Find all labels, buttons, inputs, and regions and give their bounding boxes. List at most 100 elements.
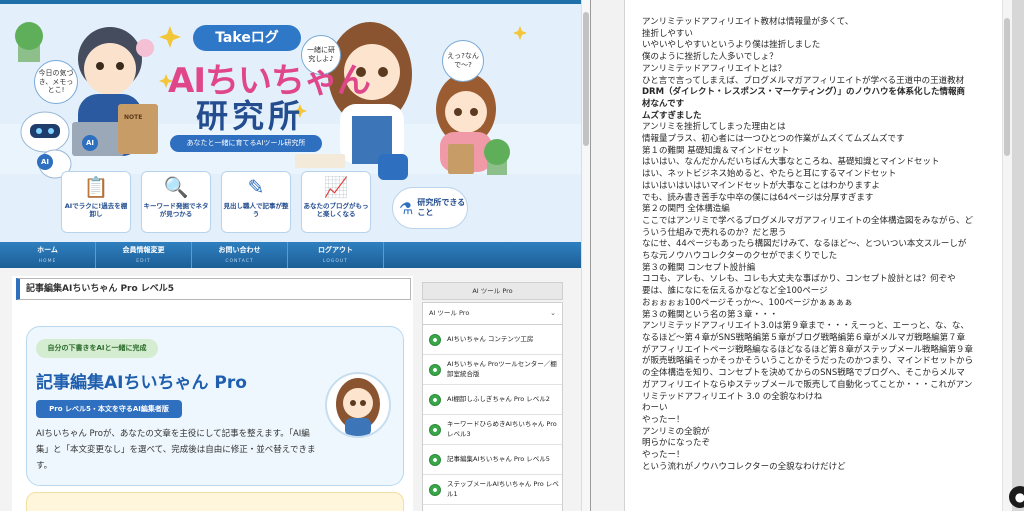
sidebar-title: AI ツール Pro xyxy=(422,282,563,300)
nav-item-home[interactable]: ホーム HOME xyxy=(0,242,96,268)
text-line: ういう仕組みで売れるのか？だと思う xyxy=(642,227,787,238)
laptop-ai-label: AI xyxy=(82,135,98,151)
hero-pill: 自分の下書きをAIと一緒に完成 xyxy=(36,339,158,358)
text-line-bold: ムズすぎました xyxy=(642,110,702,121)
lab-capabilities-button[interactable]: ⚗ 研究所できること xyxy=(392,187,468,229)
robot-ai-label: AI xyxy=(37,154,53,170)
text-line: 明らかになったぞ xyxy=(642,438,711,449)
circle-bullet-icon xyxy=(429,363,441,376)
sidebar-item[interactable]: キーワードひらめきAIちいちゃん Pro レベル3 xyxy=(423,415,562,445)
text-line: でも、読み書き苦手な中卒の僕には64ページは分厚すぎます xyxy=(642,192,874,203)
circle-bullet-icon xyxy=(429,333,441,346)
sidebar-dropdown[interactable]: AI ツール Pro ⌄ xyxy=(423,303,562,325)
text-line: 第１の難関 基礎知識＆マインドセット xyxy=(642,145,790,156)
text-line-bold: 材なんです xyxy=(642,98,685,109)
text-line: わーい xyxy=(642,403,668,414)
circle-bullet-icon xyxy=(429,453,441,466)
sidebar-item-label: AIちいちゃん Proツールセンター／棚卸室統合版 xyxy=(447,359,557,378)
desktop-edge xyxy=(1012,0,1024,511)
feature-card-heading[interactable]: ✎ 見出し職人で記事が整う xyxy=(221,171,291,233)
sidebar-item[interactable]: 記事編集AIちいちゃん Pro レベル5 xyxy=(423,445,562,475)
sidebar-item[interactable]: ステップメールAIちいちゃん Pro レベル1 xyxy=(423,475,562,505)
text-line: やったー！ xyxy=(642,450,685,461)
text-line: ここではアンリミで学べるブログメルマガアフィリエイトの全体構造図をみながら、ど xyxy=(642,215,973,226)
nav-label: お問い合わせ xyxy=(218,246,261,254)
next-section-card xyxy=(26,492,404,511)
text-line: アンリミテッドアフィリエイトとは？ xyxy=(642,63,786,74)
text-line: はいはいはいはいマインドセットが大事なことはわかりますよ xyxy=(642,180,881,191)
text-line: がアフィリエイトページ戦略編なるほどなるほど第８章がステップメール戦略編第９章 xyxy=(642,344,973,355)
text-line: という流れがノウハウコレクターの全貌なわけだけど xyxy=(642,461,846,472)
nav-sublabel: EDIT xyxy=(136,259,151,264)
nav-sublabel: HOME xyxy=(38,259,57,264)
pen-icon: ✎ xyxy=(247,175,265,199)
text-line: なにせ、44ページもあったら構図だけみて、なるほど〜、とついつい本文スルーしが xyxy=(642,239,967,250)
feature-card-blog[interactable]: 📈 あなたのブログがもっと楽しくなる xyxy=(301,171,371,233)
text-line: おぉぉぉぉ100ページそっか〜、100ページかぁぁぁぁ xyxy=(642,297,853,308)
chevron-down-icon: ⌄ xyxy=(550,309,556,317)
nav-item-logout[interactable]: ログアウト LOGOUT xyxy=(288,242,384,268)
feature-card-inventory[interactable]: 📋 AIでラクに!過去を棚卸し xyxy=(61,171,131,233)
text-line: 僕のように挫折した人多いでしょ？ xyxy=(642,52,778,63)
sidebar-item[interactable]: AIちいちゃん Proツールセンター／棚卸室統合版 xyxy=(423,355,562,385)
sidebar-item-label: 記事編集AIちいちゃん Pro レベル5 xyxy=(447,454,550,463)
text-line: はい、ネットビジネス始めると、やたらと耳にするマインドセット xyxy=(642,169,897,180)
growth-chart-icon: 📈 xyxy=(323,175,349,199)
nav-sublabel: CONTACT xyxy=(225,259,254,264)
nav-item-edit[interactable]: 会員情報変更 EDIT xyxy=(96,242,192,268)
sidebar-item-label: AI棚卸しふしぎちゃん Pro レベル2 xyxy=(447,394,550,403)
nav-label: 会員情報変更 xyxy=(122,246,165,254)
text-line: アンリミの全貌が xyxy=(642,426,710,437)
circle-bullet-icon xyxy=(429,423,441,436)
circle-bullet-icon xyxy=(429,483,441,496)
browser-window-left: 今日の気づき、メモっとこ! 一緒に研究しよ♪ えっ?なんで〜? AI AI NO… xyxy=(0,0,591,511)
right-scrollbar-thumb[interactable] xyxy=(1004,18,1010,156)
speech-bubble-left: 今日の気づき、メモっとこ! xyxy=(34,60,78,104)
sidebar-item-label: ステップメールAIちいちゃん Pro レベル1 xyxy=(447,479,559,498)
background-window-strip xyxy=(591,0,625,511)
hero-badge: Pro レベル5・本文を守るAI編集者版 xyxy=(36,400,182,418)
nav-sublabel: LOGOUT xyxy=(323,259,348,264)
text-line: 第３の難関という名の第３章・・・ xyxy=(642,309,779,320)
text-line: が販売戦略編そっかそっかそういうことかそうだったのかつまり、マインドセットから xyxy=(642,356,974,367)
text-line: アンリミテッドアフィリエイト3.0は第９章まで・・・えーっと、エーっと、な、な、 xyxy=(642,321,969,332)
feature-card-keyword[interactable]: 🔍 キーワード発掘でネタが見つかる xyxy=(141,171,211,233)
main-navigation: ホーム HOME 会員情報変更 EDIT お問い合わせ CONTACT ログアウト LO… xyxy=(0,242,581,268)
hero-title: 記事編集AIちいちゃん Pro xyxy=(36,373,247,393)
speech-bubble-right: えっ?なんで〜? xyxy=(442,40,484,82)
text-line: 情報量プラス、初心者には一つひとつの作業がムズくてムズムズです xyxy=(642,134,905,145)
notes-editor[interactable]: アンリミテッドアフィリエイト教材は情報量が多くて、 挫折しやすい いやいやしやす… xyxy=(625,0,1002,511)
text-line: なるほど〜第４章がSNS戦略編第５章がブログ戦略編第６章がメルマガ戦略編第７章 xyxy=(642,332,966,343)
text-line: アンリミを挫折してしまった理由とは xyxy=(642,122,786,133)
clipboard-icon: 📋 xyxy=(83,175,109,199)
sidebar-list: AI ツール Pro ⌄ AIちいちゃん コンテンツ工房 AIちいちゃん Proツ… xyxy=(422,302,563,511)
floating-dark-button[interactable]: ● xyxy=(1009,486,1024,508)
sidebar-item[interactable]: AIちいちゃん コンテンツ工房 xyxy=(423,325,562,355)
text-line: はいはい、なんだかんだいちばん大事なところね、基礎知識とマインドセット xyxy=(642,157,940,168)
feature-label: あなたのブログがもっと楽しくなる xyxy=(303,202,369,219)
dot-icon: ● xyxy=(1014,490,1024,504)
text-line: やったー！ xyxy=(642,414,685,425)
text-line: 要は、誰になにを伝えるかなどなど全100ページ xyxy=(642,286,828,297)
feature-label: 見出し職人で記事が整う xyxy=(223,202,289,219)
sidebar-dropdown-label: AI ツール Pro xyxy=(429,309,470,317)
feature-label: キーワード発掘でネタが見つかる xyxy=(143,202,209,219)
text-line: 第３の難関 コンセプト設計編 xyxy=(642,262,756,273)
logo-subtitle: 研究所 xyxy=(196,97,305,135)
text-line: リミテッドアフィリエイト 3.0 の全貌なわけね xyxy=(642,391,823,402)
text-line: アンリミテッドアフィリエイト教材は情報量が多くて、 xyxy=(642,17,854,27)
note-label: NOTE xyxy=(124,114,143,121)
logo-pill: Takeログ xyxy=(193,25,301,51)
text-line: 挫折しやすい xyxy=(642,28,693,39)
hero-description: AIちいちゃん Proが、あなたの文章を主役にして記事を整えます。「AI編集」と… xyxy=(36,429,316,471)
site-banner[interactable]: 今日の気づき、メモっとこ! 一緒に研究しよ♪ えっ?なんで〜? AI AI NO… xyxy=(0,4,581,242)
nav-item-contact[interactable]: お問い合わせ CONTACT xyxy=(192,242,288,268)
left-scrollbar-thumb[interactable] xyxy=(583,12,589,146)
notes-text[interactable]: アンリミテッドアフィリエイト教材は情報量が多くて、 挫折しやすい いやいやしやす… xyxy=(625,0,1002,473)
text-line: ガアフィリエイトならゆステップメールで販売して自動化ってことか・・・これがアン xyxy=(642,379,973,390)
sidebar-item-label: AIちいちゃん コンテンツ工房 xyxy=(447,334,534,343)
lab-button-label: 研究所できること xyxy=(417,197,466,217)
sidebar-item[interactable]: AI棚卸しふしぎちゃん Pro レベル2 xyxy=(423,385,562,415)
magnifier-icon: 🔍 xyxy=(163,175,189,199)
nav-label: ログアウト xyxy=(318,246,353,254)
